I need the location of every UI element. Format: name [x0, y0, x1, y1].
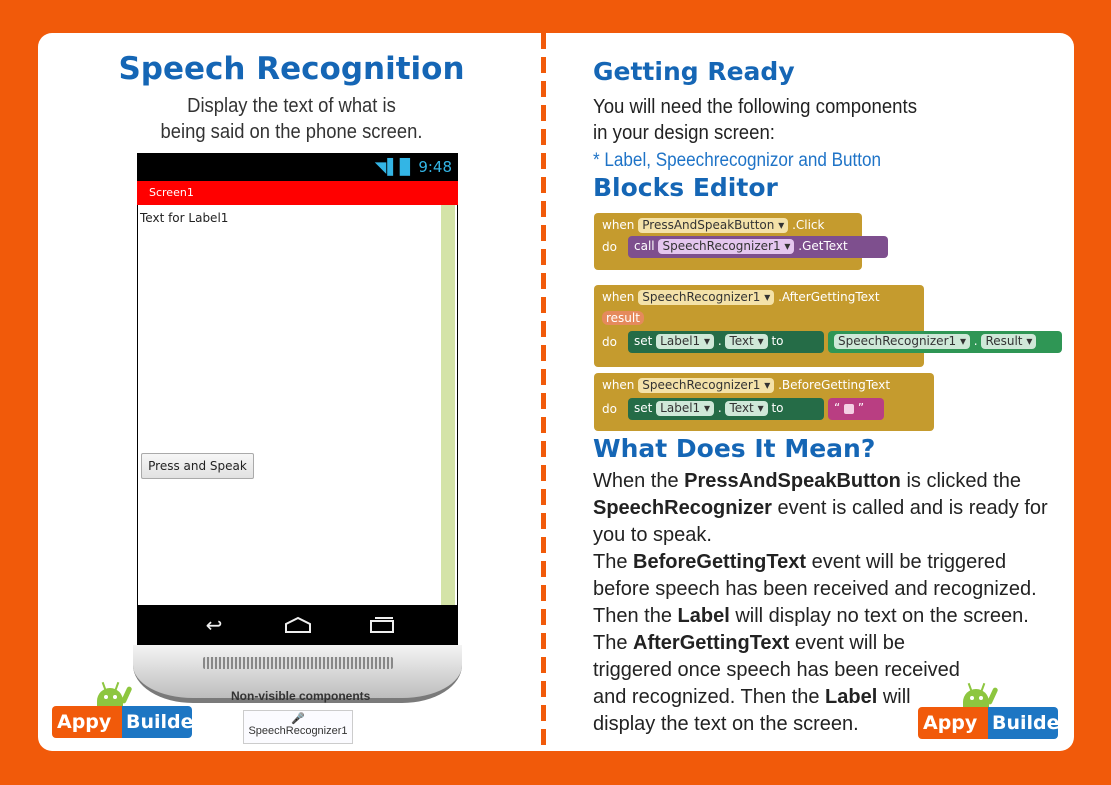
speaker-grille [203, 657, 393, 669]
result-parameter[interactable]: result [602, 311, 644, 325]
components-list: * Label, Speechrecognizor and Button [593, 150, 882, 171]
explanation-line-7: The AfterGettingText event will be [593, 632, 905, 654]
app-screen: Text for Label1 Press and Speak [137, 205, 458, 605]
component-dropdown[interactable]: Label1 ▾ [656, 401, 715, 416]
component-dropdown[interactable]: Label1 ▾ [656, 334, 715, 349]
subtitle-line-2: being said on the phone screen. [160, 121, 423, 143]
getting-ready-heading: Getting Ready [593, 57, 795, 86]
wifi-signal-battery-icon: ◥▌▉ [374, 158, 413, 176]
status-bar: ◥▌▉ 9:48 [137, 153, 458, 181]
subtitle-line-1: Display the text of what is [187, 95, 396, 117]
status-time: 9:48 [418, 158, 452, 176]
getting-ready-line-2: in your design screen: [593, 122, 775, 144]
explanation-line-4: The BeforeGettingText event will be trig… [593, 551, 1007, 573]
screen-scroll-strip [441, 205, 455, 605]
press-and-speak-button[interactable]: Press and Speak [141, 453, 254, 479]
recent-apps-icon[interactable] [367, 615, 397, 635]
component-dropdown[interactable]: SpeechRecognizer1 ▾ [658, 239, 795, 254]
phone-mockup: ◥▌▉ 9:48 Screen1 Text for Label1 Press an… [133, 153, 462, 703]
back-icon[interactable]: ↩ [199, 615, 229, 635]
set-label-text-block[interactable]: set Label1 ▾ . Text ▾ to [628, 398, 824, 420]
component-dropdown[interactable]: SpeechRecognizer1 ▾ [638, 290, 775, 305]
explanation-line-6: Then the Label will display no text on t… [593, 605, 1029, 627]
logo-wordmark: Appy Builder [52, 706, 192, 738]
page-subtitle: Display the text of what is being said o… [58, 93, 524, 145]
do-keyword: do [602, 240, 617, 254]
home-icon[interactable] [283, 615, 313, 635]
explanation-line-3: you to speak. [593, 524, 712, 546]
explanation-line-10: display the text on the screen. [593, 713, 859, 735]
nonvisible-component-item[interactable]: 🎤 SpeechRecognizer1 [243, 710, 353, 744]
what-does-it-mean-heading: What Does It Mean? [593, 434, 876, 463]
property-dropdown[interactable]: Text ▾ [725, 401, 768, 416]
component-dropdown[interactable]: PressAndSpeakButton ▾ [638, 218, 789, 233]
logo-wordmark: Appy Builder [918, 707, 1058, 739]
aftergettingtext-event-block[interactable]: when SpeechRecognizer1 ▾ .AfterGettingTe… [594, 285, 1062, 367]
nonvisible-component-label: SpeechRecognizer1 [248, 725, 348, 737]
screen-title-bar: Screen1 [137, 181, 458, 205]
when-keyword: when [602, 218, 635, 232]
nonvisible-components-title: Non-visible components [231, 689, 371, 703]
empty-text-block[interactable]: “ ” [828, 398, 884, 420]
explanation-line-1: When the PressAndSpeakButton is clicked … [593, 470, 1021, 492]
speech-recognizer-icon: 🎤 [291, 713, 305, 725]
set-label-text-block[interactable]: set Label1 ▾ . Text ▾ to [628, 331, 824, 353]
click-event-block[interactable]: when PressAndSpeakButton ▾ .Click do cal… [594, 213, 888, 270]
appybuilder-logo-left: Appy Builder [52, 681, 192, 742]
component-dropdown[interactable]: SpeechRecognizer1 ▾ [638, 378, 775, 393]
page-title: Speech Recognition [118, 51, 465, 87]
label1: Text for Label1 [140, 211, 229, 225]
property-dropdown[interactable]: Text ▾ [725, 334, 768, 349]
appybuilder-logo-right: Appy Builder [918, 682, 1058, 743]
property-dropdown[interactable]: Result ▾ [981, 334, 1037, 349]
explanation-line-2: SpeechRecognizer event is called and is … [593, 497, 1048, 519]
call-gettext-block[interactable]: call SpeechRecognizer1 ▾ .GetText [628, 236, 888, 258]
explanation-line-8: triggered once speech has been received [593, 659, 960, 681]
event-name: .Click [792, 218, 825, 232]
component-dropdown[interactable]: SpeechRecognizer1 ▾ [834, 334, 970, 349]
recognizer-result-getter[interactable]: SpeechRecognizer1 ▾ . Result ▾ [828, 331, 1062, 353]
android-mascot-icon [960, 682, 999, 707]
explanation-line-9: and recognized. Then the Label will [593, 686, 911, 708]
blocks-editor-heading: Blocks Editor [593, 173, 778, 202]
column-divider [541, 33, 546, 751]
getting-ready-line-1: You will need the following components [593, 96, 918, 118]
explanation-line-5: before speech has been received and reco… [593, 578, 1037, 600]
beforegettingtext-event-block[interactable]: when SpeechRecognizer1 ▾ .BeforeGettingT… [594, 373, 934, 431]
android-nav-bar: ↩ [137, 605, 458, 645]
android-mascot-icon [94, 681, 133, 706]
